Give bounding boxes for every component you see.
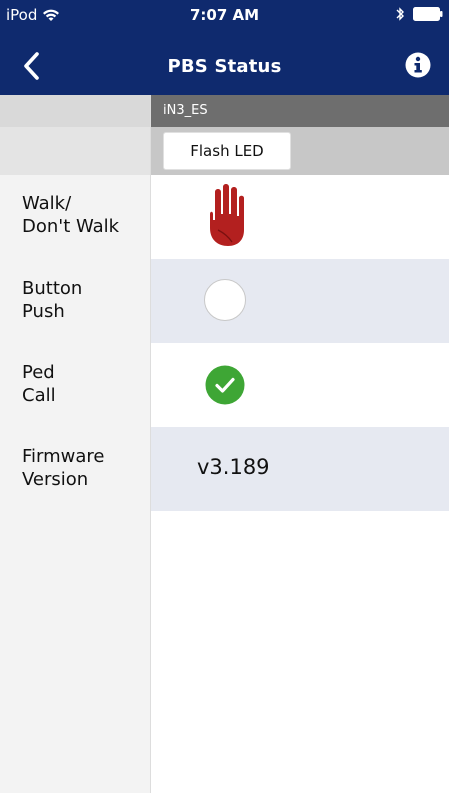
- status-right: [395, 6, 443, 22]
- ped-call-label: Ped Call: [22, 362, 56, 406]
- battery-icon: [413, 7, 443, 21]
- hand-stop-icon: [210, 184, 244, 246]
- firmware-version-value: v3.189: [197, 455, 270, 479]
- top-bar: iPod 7:07 AM PBS Status: [0, 0, 449, 95]
- walk-row: [151, 175, 449, 259]
- status-bar: iPod 7:07 AM: [0, 0, 449, 40]
- status-time: 7:07 AM: [189, 6, 260, 24]
- walk-label: Walk/ Don't Walk: [22, 193, 120, 237]
- device-name-header: iN3_ES: [151, 95, 449, 127]
- flash-led-button[interactable]: Flash LED: [163, 132, 291, 170]
- device-header-spacer: [0, 95, 150, 127]
- button-push-indicator: [204, 279, 246, 321]
- page-title: PBS Status: [167, 56, 282, 77]
- check-circle-icon: [205, 365, 245, 405]
- firmware-label: Firmware Version: [22, 446, 105, 490]
- flash-row-spacer: [0, 127, 150, 175]
- info-icon[interactable]: [405, 52, 431, 78]
- ped-call-row: [151, 343, 449, 427]
- nav-bar: PBS Status: [0, 40, 449, 95]
- bluetooth-icon: [396, 7, 404, 21]
- firmware-row: v3.189: [151, 427, 449, 511]
- button-push-label: Button Push: [22, 278, 83, 322]
- flash-row: Flash LED: [151, 127, 449, 175]
- button-push-row: [151, 259, 449, 343]
